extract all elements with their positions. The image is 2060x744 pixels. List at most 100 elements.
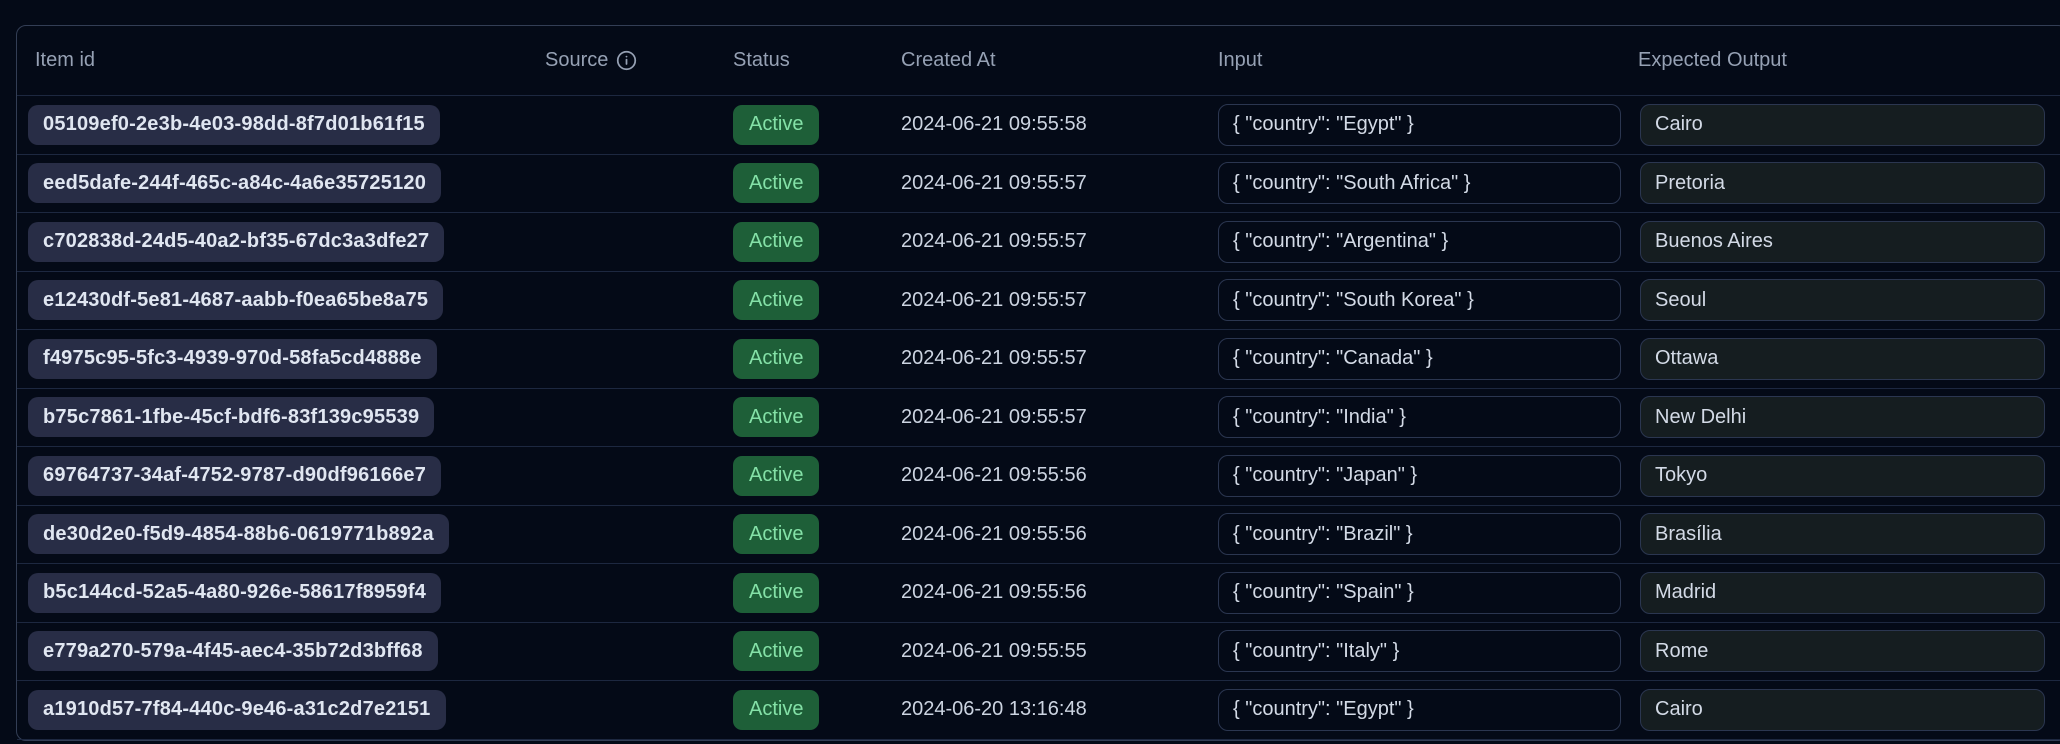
input-cell: { "country": "Egypt" } <box>1218 689 1638 731</box>
item-id-badge[interactable]: 69764737-34af-4752-9787-d90df96166e7 <box>28 456 441 496</box>
item-id-cell: de30d2e0-f5d9-4854-88b6-0619771b892a <box>17 514 545 554</box>
expected-output-value: Seoul <box>1655 289 1706 312</box>
item-id-badge[interactable]: de30d2e0-f5d9-4854-88b6-0619771b892a <box>28 514 449 554</box>
column-header-item-id: Item id <box>17 49 545 72</box>
expected-output-value: Ottawa <box>1655 347 1718 370</box>
created-at-cell: 2024-06-21 09:55:56 <box>901 523 1218 546</box>
table-body: 05109ef0-2e3b-4e03-98dd-8f7d01b61f15 Act… <box>17 96 2060 740</box>
expected-output-box: Rome <box>1640 630 2045 672</box>
created-at-value: 2024-06-21 09:55:56 <box>901 523 1087 546</box>
item-id-badge[interactable]: 05109ef0-2e3b-4e03-98dd-8f7d01b61f15 <box>28 105 440 145</box>
input-cell: { "country": "Italy" } <box>1218 630 1638 672</box>
column-header-item-id-label: Item id <box>35 49 95 72</box>
expected-output-cell: Brasília <box>1638 513 2060 555</box>
input-value-box: { "country": "South Korea" } <box>1218 279 1621 321</box>
item-id-badge[interactable]: b75c7861-1fbe-45cf-bdf6-83f139c95539 <box>28 397 434 437</box>
status-badge: Active <box>733 163 819 203</box>
expected-output-value: Buenos Aires <box>1655 230 1773 253</box>
table-row[interactable]: 05109ef0-2e3b-4e03-98dd-8f7d01b61f15 Act… <box>17 96 2060 155</box>
input-cell: { "country": "Japan" } <box>1218 455 1638 497</box>
expected-output-value: Cairo <box>1655 698 1703 721</box>
input-value: { "country": "Spain" } <box>1233 581 1414 604</box>
status-badge: Active <box>733 222 819 262</box>
input-cell: { "country": "Brazil" } <box>1218 513 1638 555</box>
input-value: { "country": "Japan" } <box>1233 464 1417 487</box>
input-value-box: { "country": "India" } <box>1218 396 1621 438</box>
input-value-box: { "country": "Egypt" } <box>1218 689 1621 731</box>
item-id-cell: c702838d-24d5-40a2-bf35-67dc3a3dfe27 <box>17 222 545 262</box>
dataset-items-table: Item id Source Status Created At Input E… <box>16 25 2060 741</box>
table-row[interactable]: c702838d-24d5-40a2-bf35-67dc3a3dfe27 Act… <box>17 213 2060 272</box>
input-value-box: { "country": "Brazil" } <box>1218 513 1621 555</box>
input-value: { "country": "South Korea" } <box>1233 289 1474 312</box>
created-at-value: 2024-06-21 09:55:57 <box>901 347 1087 370</box>
table-header-row: Item id Source Status Created At Input E… <box>17 26 2060 96</box>
item-id-badge[interactable]: eed5dafe-244f-465c-a84c-4a6e35725120 <box>28 163 441 203</box>
column-header-source: Source <box>545 49 733 72</box>
column-header-source-label: Source <box>545 49 608 72</box>
expected-output-box: Tokyo <box>1640 455 2045 497</box>
item-id-cell: 05109ef0-2e3b-4e03-98dd-8f7d01b61f15 <box>17 105 545 145</box>
table-row[interactable]: b75c7861-1fbe-45cf-bdf6-83f139c95539 Act… <box>17 389 2060 448</box>
input-cell: { "country": "South Africa" } <box>1218 162 1638 204</box>
table-row[interactable]: f4975c95-5fc3-4939-970d-58fa5cd4888e Act… <box>17 330 2060 389</box>
created-at-cell: 2024-06-21 09:55:55 <box>901 640 1218 663</box>
created-at-value: 2024-06-21 09:55:57 <box>901 406 1087 429</box>
column-header-input: Input <box>1218 49 1638 72</box>
table-row[interactable]: a1910d57-7f84-440c-9e46-a31c2d7e2151 Act… <box>17 681 2060 740</box>
input-value-box: { "country": "Italy" } <box>1218 630 1621 672</box>
status-badge: Active <box>733 456 819 496</box>
created-at-cell: 2024-06-21 09:55:57 <box>901 347 1218 370</box>
item-id-cell: e779a270-579a-4f45-aec4-35b72d3bff68 <box>17 631 545 671</box>
expected-output-box: Ottawa <box>1640 338 2045 380</box>
expected-output-value: Madrid <box>1655 581 1716 604</box>
item-id-badge[interactable]: e12430df-5e81-4687-aabb-f0ea65be8a75 <box>28 280 443 320</box>
expected-output-cell: Seoul <box>1638 279 2060 321</box>
item-id-badge[interactable]: b5c144cd-52a5-4a80-926e-58617f8959f4 <box>28 573 441 613</box>
status-cell: Active <box>733 105 901 145</box>
status-cell: Active <box>733 514 901 554</box>
input-value-box: { "country": "South Africa" } <box>1218 162 1621 204</box>
item-id-cell: b5c144cd-52a5-4a80-926e-58617f8959f4 <box>17 573 545 613</box>
expected-output-box: New Delhi <box>1640 396 2045 438</box>
table-row[interactable]: b5c144cd-52a5-4a80-926e-58617f8959f4 Act… <box>17 564 2060 623</box>
expected-output-value: Pretoria <box>1655 172 1725 195</box>
expected-output-value: Rome <box>1655 640 1708 663</box>
expected-output-box: Buenos Aires <box>1640 221 2045 263</box>
status-cell: Active <box>733 573 901 613</box>
expected-output-cell: Rome <box>1638 630 2060 672</box>
item-id-cell: e12430df-5e81-4687-aabb-f0ea65be8a75 <box>17 280 545 320</box>
created-at-cell: 2024-06-21 09:55:56 <box>901 464 1218 487</box>
input-cell: { "country": "Egypt" } <box>1218 104 1638 146</box>
item-id-badge[interactable]: c702838d-24d5-40a2-bf35-67dc3a3dfe27 <box>28 222 444 262</box>
status-badge: Active <box>733 690 819 730</box>
table-row[interactable]: eed5dafe-244f-465c-a84c-4a6e35725120 Act… <box>17 155 2060 214</box>
expected-output-box: Cairo <box>1640 104 2045 146</box>
input-value: { "country": "Canada" } <box>1233 347 1433 370</box>
column-header-status: Status <box>733 49 901 72</box>
item-id-badge[interactable]: a1910d57-7f84-440c-9e46-a31c2d7e2151 <box>28 690 446 730</box>
created-at-value: 2024-06-20 13:16:48 <box>901 698 1087 721</box>
info-icon[interactable] <box>616 50 637 71</box>
status-badge: Active <box>733 514 819 554</box>
expected-output-cell: Cairo <box>1638 689 2060 731</box>
table-row[interactable]: e12430df-5e81-4687-aabb-f0ea65be8a75 Act… <box>17 272 2060 331</box>
item-id-cell: f4975c95-5fc3-4939-970d-58fa5cd4888e <box>17 339 545 379</box>
column-header-created-at-label: Created At <box>901 49 996 72</box>
table-row[interactable]: de30d2e0-f5d9-4854-88b6-0619771b892a Act… <box>17 506 2060 565</box>
created-at-cell: 2024-06-21 09:55:57 <box>901 289 1218 312</box>
item-id-badge[interactable]: e779a270-579a-4f45-aec4-35b72d3bff68 <box>28 631 438 671</box>
expected-output-cell: New Delhi <box>1638 396 2060 438</box>
status-badge: Active <box>733 631 819 671</box>
input-value: { "country": "Italy" } <box>1233 640 1399 663</box>
expected-output-value: Cairo <box>1655 113 1703 136</box>
status-cell: Active <box>733 456 901 496</box>
table-row[interactable]: 69764737-34af-4752-9787-d90df96166e7 Act… <box>17 447 2060 506</box>
table-row[interactable]: e779a270-579a-4f45-aec4-35b72d3bff68 Act… <box>17 623 2060 682</box>
created-at-value: 2024-06-21 09:55:57 <box>901 172 1087 195</box>
created-at-cell: 2024-06-21 09:55:58 <box>901 113 1218 136</box>
status-badge: Active <box>733 339 819 379</box>
expected-output-box: Seoul <box>1640 279 2045 321</box>
expected-output-value: Brasília <box>1655 523 1722 546</box>
item-id-badge[interactable]: f4975c95-5fc3-4939-970d-58fa5cd4888e <box>28 339 437 379</box>
